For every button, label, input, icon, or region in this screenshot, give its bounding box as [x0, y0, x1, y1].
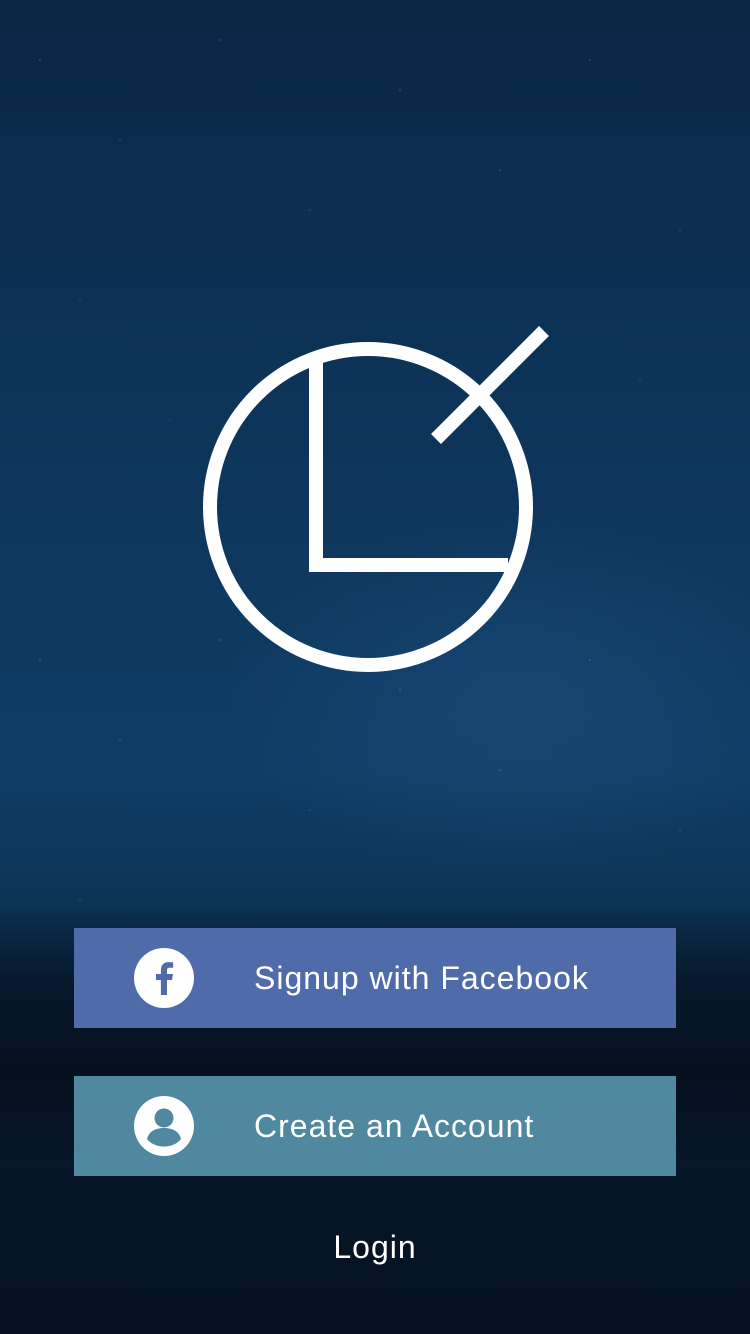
clock-logo-icon [203, 326, 549, 672]
signup-facebook-label: Signup with Facebook [254, 960, 589, 996]
create-account-button[interactable]: Create an Account [74, 1076, 676, 1176]
signup-facebook-button[interactable]: Signup with Facebook [74, 928, 676, 1028]
facebook-icon [134, 948, 194, 1008]
login-link[interactable]: Login [0, 1222, 750, 1272]
welcome-screen: Signup with Facebook Create an Account L… [0, 0, 750, 1334]
create-account-label: Create an Account [254, 1108, 535, 1144]
user-icon [134, 1096, 194, 1156]
